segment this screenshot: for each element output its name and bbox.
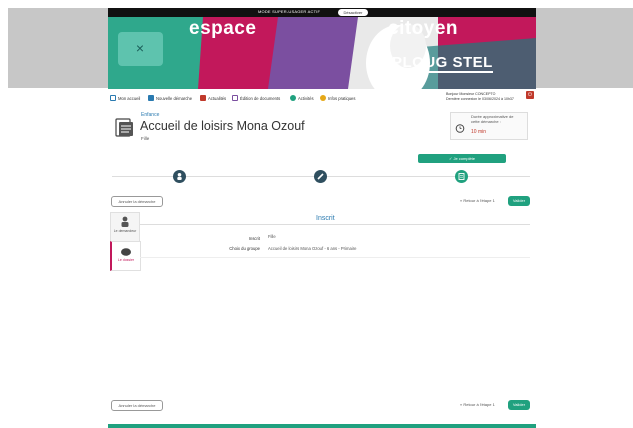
nav-item-label: Infos pratiques <box>328 95 356 101</box>
nav-item-label: Actualités <box>208 95 227 101</box>
step-3-summary[interactable] <box>455 170 468 183</box>
activity-icon <box>290 95 296 101</box>
breadcrumb[interactable]: Enfance <box>141 112 159 118</box>
field-value-group: Accueil de loisirs Mona Ozouf - 6 ans - … <box>268 246 357 251</box>
tab-label: Le demandeur <box>113 229 137 233</box>
logout-button[interactable]: ⏻ <box>526 91 534 99</box>
banner-word-citoyen: citoyen <box>388 18 459 39</box>
tab-applicant[interactable]: Le demandeur <box>110 212 140 242</box>
news-icon <box>200 95 206 101</box>
nav-item-label: Édition de documents <box>240 95 281 101</box>
plus-icon <box>148 95 154 101</box>
field-label-registered: Inscrit <box>248 236 260 241</box>
abandon-request-button-bottom[interactable]: Annuler la démarche <box>111 400 163 411</box>
section-divider <box>140 224 530 225</box>
power-icon: ⏻ <box>528 92 532 98</box>
nav-item-label: Activités <box>298 95 314 101</box>
nav-item-new-request[interactable]: Nouvelle démarche <box>148 95 192 101</box>
info-icon <box>320 95 326 101</box>
back-to-step-link-bottom[interactable]: « Retour à l'étape 1 <box>460 402 495 407</box>
home-icon <box>110 95 116 101</box>
validate-button-bottom[interactable]: Valider <box>508 400 530 410</box>
nav-item-home[interactable]: Mon accueil <box>110 95 140 101</box>
person-icon <box>177 173 182 180</box>
person-icon <box>121 216 129 227</box>
step-1-applicant[interactable] <box>173 170 186 183</box>
svg-text:×: × <box>136 40 144 56</box>
page-subtitle: Fille <box>141 136 150 141</box>
duration-value: 10 min <box>471 129 487 135</box>
field-label-group: Choix du groupe <box>229 246 260 251</box>
footer-bar <box>108 424 536 428</box>
duration-label: Durée approximative de cette démarche : <box>471 114 514 124</box>
tab-file[interactable]: Le dossier <box>110 241 141 271</box>
super-user-text: MODE SUPER-USAGER ACTIF <box>258 9 321 14</box>
nav-item-label: Nouvelle démarche <box>156 95 193 101</box>
nav-item-news[interactable]: Actualités <box>200 95 226 101</box>
disable-super-user-button[interactable]: Désactiver <box>338 9 368 16</box>
nav-item-label: Mon accueil <box>118 95 141 101</box>
section-title: Inscrit <box>316 215 335 222</box>
super-user-bar <box>108 8 536 17</box>
document-icon <box>232 95 238 101</box>
last-login: Dernière connexion le 03/06/2024 à 10h37 <box>446 96 514 101</box>
banner-word-espace: espace <box>189 18 257 39</box>
list-icon <box>458 173 465 180</box>
abandon-request-button[interactable]: Annuler la démarche <box>111 196 163 207</box>
nav-item-practical-info[interactable]: Infos pratiques <box>320 95 355 101</box>
field-value-registered: Fille <box>268 234 276 239</box>
pencil-icon <box>317 173 324 180</box>
side-margin-left <box>8 8 108 88</box>
back-to-step-link[interactable]: « Retour à l'étape 1 <box>460 198 495 203</box>
nav-item-activities[interactable]: Activités <box>290 95 314 101</box>
city-logo[interactable]: PLOUG STEL <box>392 54 493 73</box>
section-divider-bottom <box>140 257 530 258</box>
nav-item-documents[interactable]: Édition de documents <box>232 95 280 101</box>
clock-icon <box>455 120 465 133</box>
header-banner: × <box>108 8 536 89</box>
chat-icon <box>121 248 131 256</box>
tab-label: Le dossier <box>117 258 135 262</box>
page-title: Accueil de loisirs Mona Ozouf <box>140 119 305 133</box>
user-info: Bonjour Monsieur CONCEPTO Dernière conne… <box>446 92 516 101</box>
validate-button[interactable]: Valider <box>508 196 530 206</box>
side-margin-right <box>536 8 633 88</box>
complete-step-indicator: ✓ Je complète <box>418 154 506 163</box>
folder-icon <box>112 116 134 138</box>
step-2-form[interactable] <box>314 170 327 183</box>
